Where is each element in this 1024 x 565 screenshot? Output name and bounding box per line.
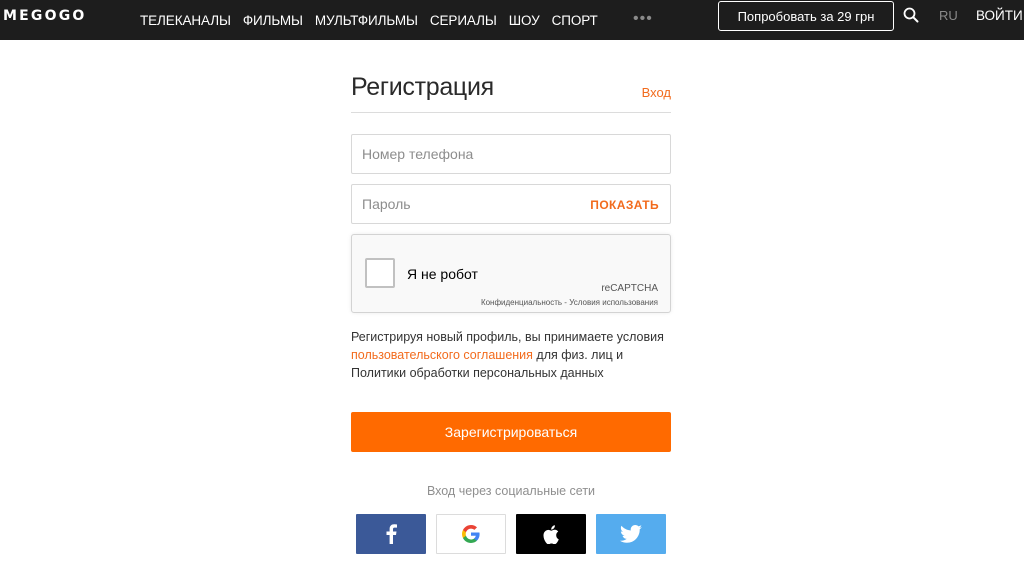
megogo-logo[interactable]: MEGOGO (3, 8, 86, 24)
agreement-text-part1: Регистрируя новый профиль, вы принимаете… (351, 330, 664, 344)
main-nav: ТЕЛЕКАНАЛЫ ФИЛЬМЫ МУЛЬТФИЛЬМЫ СЕРИАЛЫ ШО… (140, 0, 610, 40)
recaptcha-checkbox[interactable] (365, 258, 395, 288)
password-field: ПОКАЗАТЬ (351, 184, 671, 224)
top-header: MEGOGO ТЕЛЕКАНАЛЫ ФИЛЬМЫ МУЛЬТФИЛЬМЫ СЕР… (0, 0, 1024, 40)
recaptcha-label: Я не робот (407, 266, 478, 282)
more-menu-icon[interactable]: ••• (633, 10, 653, 28)
phone-field (351, 134, 671, 174)
facebook-icon (386, 524, 397, 544)
apple-icon (543, 524, 559, 544)
recaptcha-widget: Я не робот reCAPTCHA Конфиденциальность … (351, 234, 671, 313)
nav-item-cartoons[interactable]: МУЛЬТФИЛЬМЫ (315, 13, 418, 28)
try-subscription-button[interactable]: Попробовать за 29 грн (718, 1, 894, 31)
agreement-text: Регистрируя новый профиль, вы принимаете… (351, 328, 671, 382)
nav-item-films[interactable]: ФИЛЬМЫ (243, 13, 303, 28)
nav-item-sport[interactable]: СПОРТ (552, 13, 598, 28)
apple-login-button[interactable] (516, 514, 586, 554)
page-title: Регистрация (351, 73, 494, 101)
google-icon (462, 525, 480, 543)
nav-item-tv[interactable]: ТЕЛЕКАНАЛЫ (140, 13, 231, 28)
twitter-icon (620, 525, 642, 543)
social-login-label: Вход через социальные сети (426, 484, 596, 498)
form-header: Регистрация Вход (351, 64, 671, 113)
language-switch[interactable]: RU (939, 8, 958, 23)
twitter-login-button[interactable] (596, 514, 666, 554)
google-login-button[interactable] (436, 514, 506, 554)
privacy-policy-text: Политики обработки персональных данных (351, 366, 604, 380)
recaptcha-brand: reCAPTCHA (601, 283, 658, 294)
nav-item-shows[interactable]: ШОУ (509, 13, 540, 28)
nav-item-series[interactable]: СЕРИАЛЫ (430, 13, 497, 28)
phone-input[interactable] (352, 135, 670, 173)
register-button[interactable]: Зарегистрироваться (351, 412, 671, 452)
registration-form: Регистрация Вход ПОКАЗАТЬ Я не робот reC… (351, 64, 671, 554)
social-login-buttons (356, 514, 666, 554)
signin-link[interactable]: Вход (642, 85, 671, 100)
user-agreement-link[interactable]: пользовательского соглашения (351, 348, 533, 362)
show-password-button[interactable]: ПОКАЗАТЬ (590, 198, 659, 212)
login-link[interactable]: ВОЙТИ (976, 8, 1023, 23)
recaptcha-terms[interactable]: Конфиденциальность - Условия использован… (481, 298, 658, 307)
facebook-login-button[interactable] (356, 514, 426, 554)
agreement-text-part2: для физ. лиц и (532, 348, 624, 362)
search-icon[interactable] (903, 7, 919, 23)
